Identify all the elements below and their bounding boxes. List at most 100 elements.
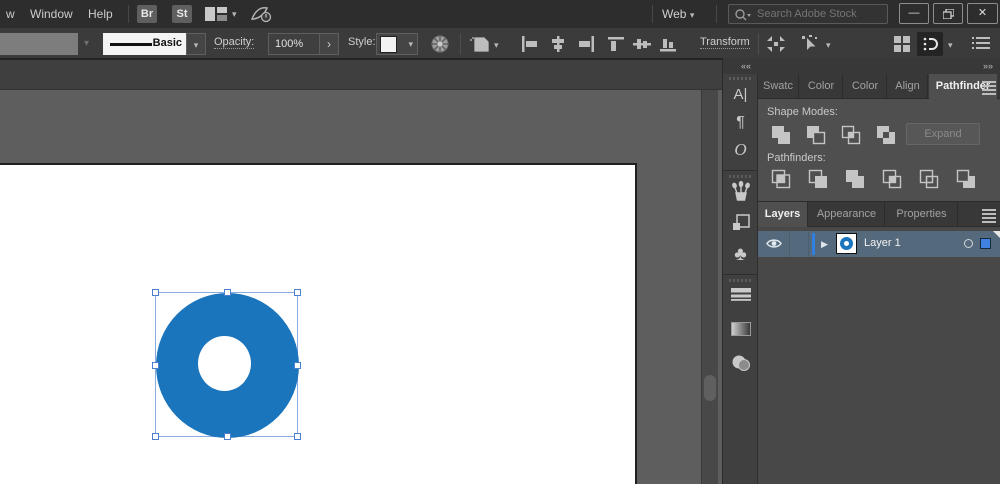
panel-menu-icon[interactable] <box>982 209 996 220</box>
minimize-button[interactable]: — <box>899 3 929 24</box>
align-center-horizontal-icon[interactable] <box>548 36 568 52</box>
stroke-preview-line <box>110 43 152 46</box>
scrollbar-thumb[interactable] <box>704 375 716 401</box>
chevron-down-icon[interactable]: ▾ <box>948 40 953 51</box>
character-panel-icon[interactable]: A| <box>723 82 758 110</box>
tab-properties[interactable]: Properties <box>886 202 958 227</box>
shape-mode-exclude-icon[interactable] <box>875 124 897 146</box>
pathfinder-outline-icon[interactable] <box>918 168 940 190</box>
layer-row-selected[interactable]: ▶ Layer 1 <box>758 231 1000 257</box>
layer-thumbnail[interactable] <box>836 233 857 254</box>
layer-name[interactable]: Layer 1 <box>864 237 901 249</box>
canvas-area[interactable] <box>0 60 722 484</box>
recolor-artwork-icon[interactable] <box>430 35 450 53</box>
tab-appearance[interactable]: Appearance <box>809 202 885 227</box>
brushes-panel-icon[interactable] <box>723 181 758 209</box>
search-icon <box>734 8 754 22</box>
layer-selection-chip[interactable] <box>980 238 991 249</box>
align-bottom-icon[interactable] <box>658 36 678 52</box>
brush-definition-box[interactable] <box>0 33 78 55</box>
donut-shape[interactable] <box>156 293 299 438</box>
pathfinder-minus-back-icon[interactable] <box>955 168 977 190</box>
tab-swatches[interactable]: Swatc <box>758 74 799 99</box>
stroke-style-value: Basic <box>153 37 182 49</box>
stock-button[interactable]: St <box>172 5 192 23</box>
close-button[interactable]: ✕ <box>967 3 998 24</box>
selection-bounding-box[interactable] <box>155 292 298 437</box>
bridge-button[interactable]: Br <box>137 5 157 23</box>
arrange-documents-icon[interactable] <box>893 35 913 53</box>
transform-link[interactable]: Transform <box>700 36 750 49</box>
opacity-stepper-button[interactable]: › <box>319 33 339 55</box>
selection-handle-nw[interactable] <box>152 289 159 296</box>
isolate-selected-object-icon[interactable] <box>766 35 786 53</box>
selection-handle-w[interactable] <box>152 362 159 369</box>
gradient-panel-icon[interactable] <box>723 322 758 350</box>
pathfinder-trim-icon[interactable] <box>807 168 829 190</box>
adobe-stock-search[interactable] <box>728 4 888 24</box>
artboard[interactable] <box>0 163 637 484</box>
expand-button-disabled[interactable]: Expand <box>906 123 980 145</box>
selection-handle-ne[interactable] <box>294 289 301 296</box>
tab-layers[interactable]: Layers <box>758 202 808 227</box>
workspace-switcher-icon[interactable] <box>205 7 227 21</box>
panel-menu-icon[interactable] <box>982 81 996 92</box>
layer-expand-arrow[interactable]: ▶ <box>821 239 828 250</box>
drag-grip[interactable] <box>729 77 751 80</box>
pathfinder-crop-icon[interactable] <box>881 168 903 190</box>
stroke-panel-icon[interactable] <box>723 288 758 316</box>
profile-select-web[interactable]: Web ▾ <box>662 0 694 28</box>
main-area: «« »» A| ¶ O <box>0 60 1000 484</box>
menu-view-partial[interactable]: w <box>0 0 21 28</box>
align-top-icon[interactable] <box>606 36 626 52</box>
graphic-styles-panel-icon[interactable] <box>723 214 758 242</box>
menu-window[interactable]: Window <box>24 0 79 28</box>
selection-handle-n[interactable] <box>224 289 231 296</box>
collapse-panels-icon[interactable]: »» <box>983 61 993 71</box>
chevron-down-icon[interactable]: ▾ <box>494 40 499 51</box>
stroke-style-combo[interactable]: Basic <box>103 33 186 55</box>
chevron-down-icon[interactable]: ▾ <box>826 40 831 51</box>
menu-help[interactable]: Help <box>82 0 119 28</box>
selection-handle-s[interactable] <box>224 433 231 440</box>
opentype-panel-icon[interactable]: O <box>723 138 758 166</box>
select-similar-objects-icon[interactable] <box>800 35 820 53</box>
shape-mode-minus-front-icon[interactable] <box>805 124 827 146</box>
opacity-link[interactable]: Opacity: <box>214 36 254 49</box>
align-middle-vertical-icon[interactable] <box>632 36 652 52</box>
tab-color[interactable]: Color <box>800 74 843 99</box>
pathfinder-divide-icon[interactable] <box>770 168 792 190</box>
gpu-performance-icon[interactable] <box>250 5 272 23</box>
layer-target-icon[interactable] <box>964 239 973 248</box>
control-panel-menu-icon[interactable] <box>972 35 992 53</box>
dock-layout-button-active[interactable] <box>917 32 943 56</box>
chevron-down-icon: ▾ <box>408 39 413 50</box>
selection-handle-e[interactable] <box>294 362 301 369</box>
collapse-iconstrip-icon[interactable]: «« <box>741 61 751 71</box>
search-input[interactable] <box>757 5 885 23</box>
chevron-down-icon[interactable]: ▾ <box>232 9 237 20</box>
shape-mode-unite-icon[interactable] <box>770 124 792 146</box>
align-left-icon[interactable] <box>520 36 540 52</box>
visibility-eye-icon[interactable] <box>766 237 782 250</box>
selection-handle-se[interactable] <box>294 433 301 440</box>
paragraph-panel-icon[interactable]: ¶ <box>723 110 758 138</box>
transparency-panel-icon[interactable] <box>723 354 758 382</box>
graphic-style-picker[interactable]: ▾ <box>376 33 418 55</box>
tab-align[interactable]: Align <box>888 74 928 99</box>
pathfinder-merge-icon[interactable] <box>844 168 866 190</box>
drag-grip[interactable] <box>729 175 751 178</box>
align-right-icon[interactable] <box>576 36 596 52</box>
chevron-down-icon[interactable]: ▾ <box>84 38 89 49</box>
shape-options-icon[interactable] <box>470 36 490 54</box>
opacity-value-field[interactable]: 100% <box>268 33 320 55</box>
selection-handle-sw[interactable] <box>152 433 159 440</box>
stroke-style-dropdown-button[interactable]: ▾ <box>186 33 206 55</box>
shape-mode-intersect-icon[interactable] <box>840 124 862 146</box>
tab-color-guide[interactable]: Color <box>844 74 887 99</box>
vertical-scrollbar[interactable] <box>701 90 718 484</box>
restore-button[interactable] <box>933 3 963 24</box>
symbols-panel-icon[interactable]: ♣ <box>723 242 758 270</box>
divider <box>716 5 717 23</box>
drag-grip[interactable] <box>729 279 751 282</box>
